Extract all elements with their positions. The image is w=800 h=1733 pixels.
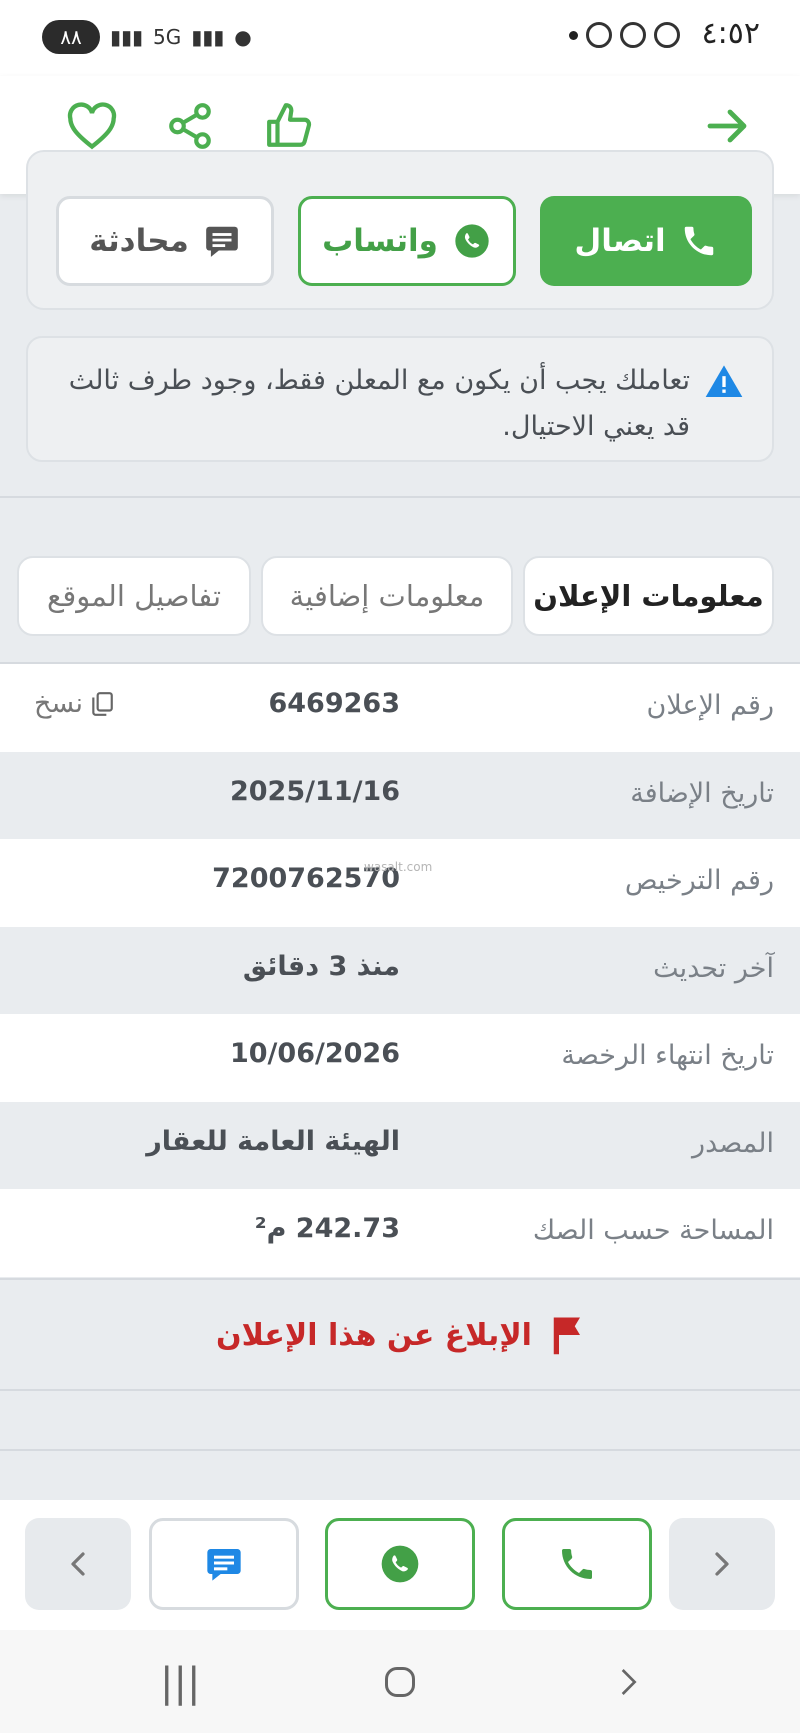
- tab-ad-info[interactable]: معلومات الإعلان: [523, 556, 774, 636]
- info-row-date-added: تاريخ الإضافة 2025/11/16: [0, 751, 800, 839]
- row-value: 2025/11/16: [229, 775, 400, 807]
- status-left: ٨٨ ▮▮▮ 5G ▮▮▮ ●: [42, 20, 252, 54]
- report-label: الإبلاغ عن هذا الإعلان: [216, 1317, 532, 1353]
- tab-location-details-label: تفاصيل الموقع: [46, 579, 222, 613]
- row-label: تاريخ الإضافة: [630, 777, 774, 809]
- status-bar: ٨٨ ▮▮▮ 5G ▮▮▮ ● ٤:٥٢: [0, 0, 800, 76]
- row-label: آخر تحديث: [653, 952, 774, 984]
- next-listing-button[interactable]: [669, 1518, 775, 1610]
- previous-listing-button[interactable]: [25, 1518, 131, 1610]
- row-label: رقم الإعلان: [646, 690, 774, 721]
- bottom-chat-button[interactable]: [149, 1518, 299, 1610]
- info-row-source: المصدر الهيئة العامة للعقار: [0, 1101, 800, 1189]
- dot-icon: [569, 30, 578, 40]
- row-value: الهيئة العامة للعقار: [146, 1125, 400, 1157]
- copy-label: نسخ: [34, 688, 84, 719]
- row-value: منذ 3 دقائق: [242, 950, 400, 982]
- message-icon: [207, 1549, 241, 1581]
- report-divider-bottom: [0, 1389, 800, 1391]
- info-row-ad-number: رقم الإعلان 6469263 نسخ: [0, 664, 800, 752]
- thumbs-up-icon[interactable]: [260, 96, 320, 156]
- message-icon: [205, 226, 238, 257]
- share-icon[interactable]: [160, 96, 220, 156]
- tab-location-details[interactable]: تفاصيل الموقع: [17, 556, 251, 636]
- arrow-right-icon[interactable]: [698, 96, 758, 156]
- flag-icon: [553, 1317, 580, 1355]
- location-icon: ●: [234, 25, 252, 49]
- phone-icon: [684, 226, 713, 256]
- watermark: wasalt.com: [364, 860, 433, 874]
- chat-label: محادثة: [89, 223, 189, 259]
- info-row-license-expiry: تاريخ انتهاء الرخصة 10/06/2026: [0, 1014, 800, 1102]
- messenger-icon: [654, 22, 680, 48]
- phone-icon: [562, 1549, 592, 1579]
- battery-indicator: ٨٨: [42, 20, 100, 54]
- system-navigation-bar: |||: [0, 1630, 800, 1733]
- viber-icon: [586, 22, 612, 48]
- bottom-action-bar: [0, 1500, 800, 1630]
- fraud-warning: تعاملك يجب أن يكون مع المعلن فقط، وجود ط…: [26, 336, 774, 462]
- report-ad-link[interactable]: الإبلاغ عن هذا الإعلان: [0, 1280, 800, 1390]
- home-icon[interactable]: [382, 1664, 418, 1710]
- row-label: المساحة حسب الصك: [532, 1215, 774, 1246]
- chat-button[interactable]: محادثة: [56, 196, 274, 286]
- row-value: 6469263: [268, 688, 400, 719]
- content-divider: [0, 1449, 800, 1451]
- warning-icon: [705, 365, 743, 397]
- whatsapp-icon: [381, 1545, 419, 1583]
- signal-icon: ▮▮▮: [110, 25, 144, 49]
- section-divider: [0, 496, 800, 498]
- tab-additional-info-label: معلومات إضافية: [289, 579, 485, 613]
- row-label: المصدر: [692, 1127, 774, 1159]
- call-label: اتصال: [574, 223, 666, 259]
- contact-card: اتصال واتساب محادثة: [26, 150, 774, 310]
- back-icon[interactable]: [612, 1664, 644, 1710]
- tab-additional-info[interactable]: معلومات إضافية: [261, 556, 513, 636]
- row-value: 242.73 م²: [254, 1213, 400, 1244]
- bottom-whatsapp-button[interactable]: [325, 1518, 475, 1610]
- info-row-deed-area: المساحة حسب الصك 242.73 م²: [0, 1189, 800, 1277]
- copy-icon: [92, 691, 113, 716]
- info-row-license-number: رقم الترخيص 7200762570: [0, 839, 800, 927]
- row-label: رقم الترخيص: [624, 865, 774, 896]
- copy-button[interactable]: نسخ: [34, 688, 115, 719]
- battery-level: ٨٨: [60, 25, 82, 49]
- row-label: تاريخ انتهاء الرخصة: [561, 1040, 774, 1071]
- info-row-last-update: آخر تحديث منذ 3 دقائق: [0, 926, 800, 1014]
- row-value: 10/06/2026: [229, 1038, 400, 1069]
- recent-apps-icon[interactable]: |||: [160, 1660, 200, 1706]
- clock: ٤:٥٢: [701, 16, 760, 51]
- ad-info-table: رقم الإعلان 6469263 نسخ تاريخ الإضافة 20…: [0, 664, 800, 1277]
- call-button[interactable]: اتصال: [540, 196, 752, 286]
- notification-icons: [569, 22, 680, 48]
- whatsapp-label: واتساب: [322, 223, 438, 259]
- warning-text: تعاملك يجب أن يكون مع المعلن فقط، وجود ط…: [68, 365, 690, 442]
- chevron-left-icon: [71, 1552, 85, 1576]
- whatsapp-button[interactable]: واتساب: [298, 196, 516, 286]
- heart-icon[interactable]: [62, 96, 122, 156]
- whatsapp-icon: [455, 224, 489, 258]
- whatsapp-notif-icon: [620, 22, 646, 48]
- signal-icon-2: ▮▮▮: [191, 25, 225, 49]
- bottom-call-button[interactable]: [502, 1518, 652, 1610]
- network-type: 5G: [153, 25, 182, 49]
- chevron-right-icon: [715, 1552, 729, 1576]
- tab-ad-info-label: معلومات الإعلان: [533, 579, 764, 613]
